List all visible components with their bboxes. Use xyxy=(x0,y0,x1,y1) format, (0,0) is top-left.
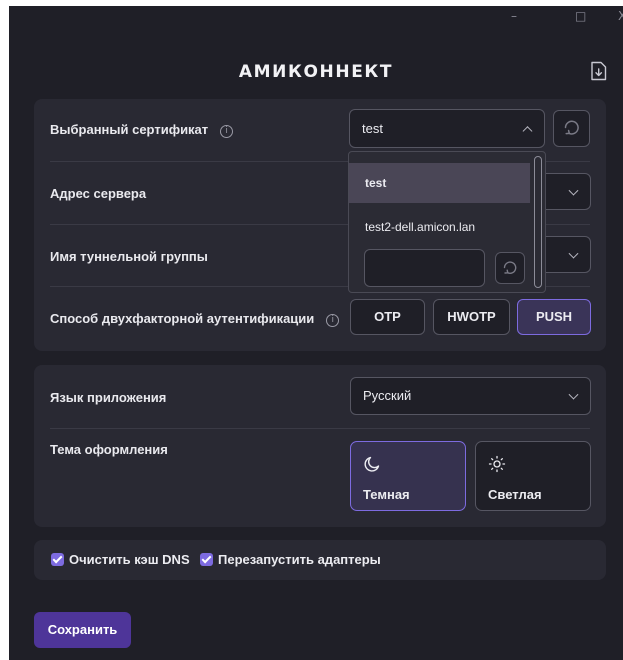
flush-dns-label[interactable]: Очистить кэш DNS xyxy=(69,552,190,567)
otp-option[interactable]: OTP xyxy=(350,299,425,335)
certificate-refresh-button[interactable] xyxy=(553,110,590,147)
info-icon[interactable]: i xyxy=(220,125,234,138)
theme-light-option[interactable]: Светлая xyxy=(475,441,591,511)
chevron-down-icon xyxy=(568,185,579,196)
dropdown-search-input[interactable] xyxy=(364,249,485,287)
certificate-dropdown: test test2-dell.amicon.lan xyxy=(348,151,546,293)
close-button[interactable]: X xyxy=(618,9,623,23)
moon-icon xyxy=(364,456,380,472)
minimize-button[interactable]: – xyxy=(511,9,517,23)
certificate-select[interactable]: test xyxy=(349,109,545,148)
push-option[interactable]: PUSH xyxy=(517,299,591,335)
restart-adapters-checkbox[interactable] xyxy=(200,553,213,566)
app-title: АМИКОННЕКТ xyxy=(238,62,394,82)
language-select[interactable]: Русский xyxy=(350,377,591,415)
refresh-icon xyxy=(503,261,517,274)
refresh-icon xyxy=(564,120,579,135)
certificate-label: Выбранный сертификат i xyxy=(50,122,234,138)
appearance-panel: Язык приложения Русский Тема оформления … xyxy=(34,365,606,527)
theme-label: Тема оформления xyxy=(50,442,168,457)
language-label: Язык приложения xyxy=(50,390,167,405)
two-factor-label: Способ двухфакторной аутентификации i xyxy=(50,311,340,327)
tunnel-group-label: Имя туннельной группы xyxy=(50,249,208,264)
flush-dns-checkbox[interactable] xyxy=(51,553,64,566)
dropdown-refresh-button[interactable] xyxy=(495,252,525,284)
certificate-label-text: Выбранный сертификат xyxy=(50,122,209,137)
dropdown-item-test2[interactable]: test2-dell.amicon.lan xyxy=(349,207,530,247)
info-icon[interactable]: i xyxy=(326,314,340,327)
chevron-down-icon xyxy=(568,248,579,259)
save-button[interactable]: Сохранить xyxy=(34,612,131,648)
dropdown-scrollbar[interactable] xyxy=(534,156,542,288)
chevron-down-icon xyxy=(568,389,579,400)
certificate-select-value: test xyxy=(362,121,383,136)
server-label: Адрес сервера xyxy=(50,186,147,201)
app-window: – □ X АМИКОННЕКТ Выбранный сертификат i t… xyxy=(9,6,623,660)
restart-adapters-label[interactable]: Перезапустить адаптеры xyxy=(218,552,381,567)
theme-dark-label: Темная xyxy=(363,487,410,502)
language-row: Язык приложения Русский xyxy=(50,365,591,429)
sun-icon xyxy=(488,455,506,473)
options-panel: Очистить кэш DNS Перезапустить адаптеры xyxy=(34,540,606,580)
chevron-up-icon xyxy=(522,125,533,136)
two-factor-row: Способ двухфакторной аутентификации i OTP… xyxy=(50,286,591,351)
language-select-value: Русский xyxy=(363,388,412,403)
two-factor-label-text: Способ двухфакторной аутентификации xyxy=(50,311,315,326)
theme-row: Тема оформления Темная Светлая xyxy=(50,428,591,527)
dropdown-item-test[interactable]: test xyxy=(349,163,530,203)
theme-dark-option[interactable]: Темная xyxy=(350,441,466,511)
file-download-icon[interactable] xyxy=(590,61,607,81)
hwotp-option[interactable]: HWOTP xyxy=(433,299,510,335)
maximize-button[interactable]: □ xyxy=(575,9,586,23)
theme-light-label: Светлая xyxy=(488,487,542,502)
